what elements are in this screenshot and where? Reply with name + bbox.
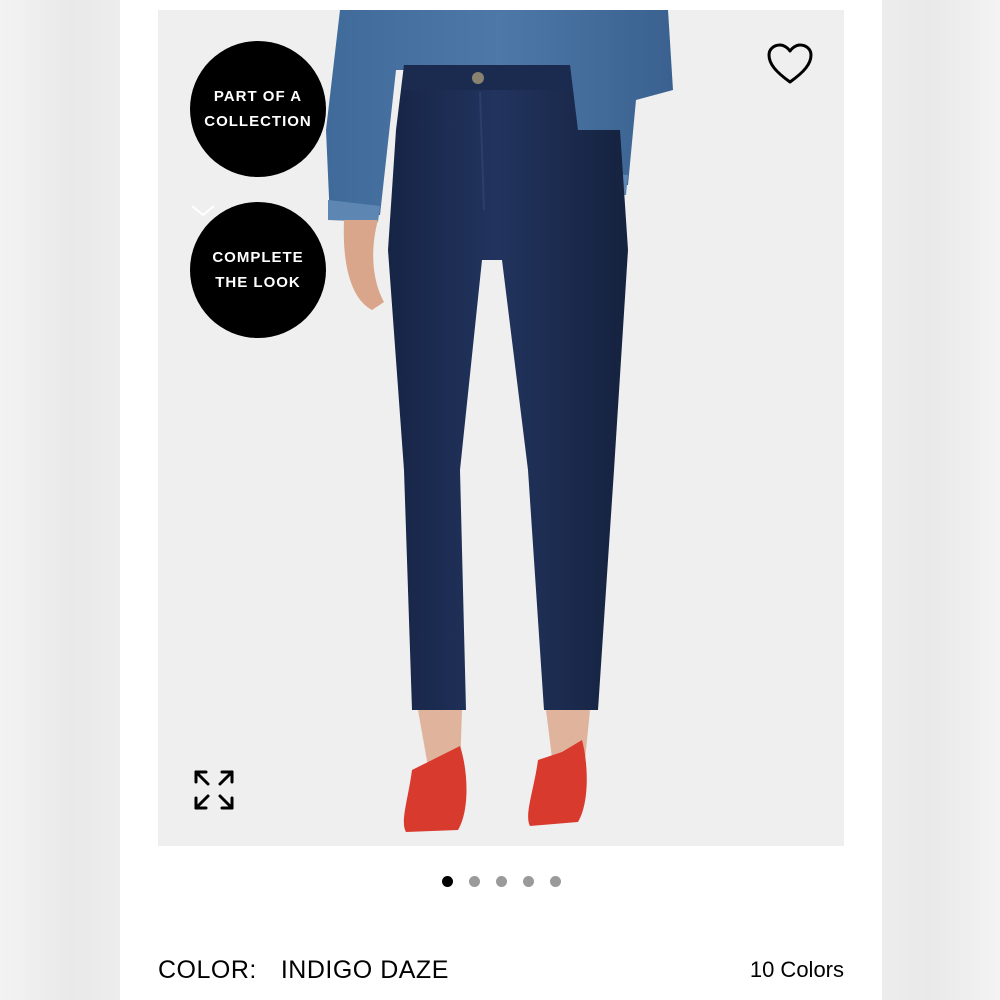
color-label: COLOR:	[158, 955, 257, 984]
carousel-dot-1[interactable]	[441, 876, 453, 887]
product-page: PART OF A COLLECTION COMPLETE THE LOOK C…	[120, 0, 882, 1000]
badge-complete-line2: THE LOOK	[215, 274, 301, 291]
carousel-dot-4[interactable]	[522, 876, 534, 887]
complete-the-look-badge[interactable]: COMPLETE THE LOOK	[190, 202, 326, 338]
carousel-dot-5[interactable]	[549, 876, 561, 887]
color-count-link[interactable]: 10 Colors	[750, 957, 844, 983]
background-right	[880, 0, 1000, 1000]
part-of-collection-badge[interactable]: PART OF A COLLECTION	[190, 41, 326, 177]
badge-complete-line1: COMPLETE	[212, 249, 304, 266]
color-value: INDIGO DAZE	[280, 955, 449, 984]
carousel-dot-2[interactable]	[468, 876, 480, 887]
carousel-dot-3[interactable]	[495, 876, 507, 887]
badge-collection-line1: PART OF A	[213, 88, 303, 105]
expand-arrows-icon[interactable]	[192, 768, 236, 812]
badge-collection-line2: COLLECTION	[204, 113, 312, 130]
product-image[interactable]: PART OF A COLLECTION COMPLETE THE LOOK	[158, 10, 844, 846]
background-left	[0, 0, 120, 1000]
chevron-down-icon	[191, 205, 215, 217]
heart-outline-icon[interactable]	[766, 42, 814, 86]
carousel-dots	[120, 876, 882, 888]
color-selector-row: COLOR: INDIGO DAZE 10 Colors	[158, 952, 844, 988]
